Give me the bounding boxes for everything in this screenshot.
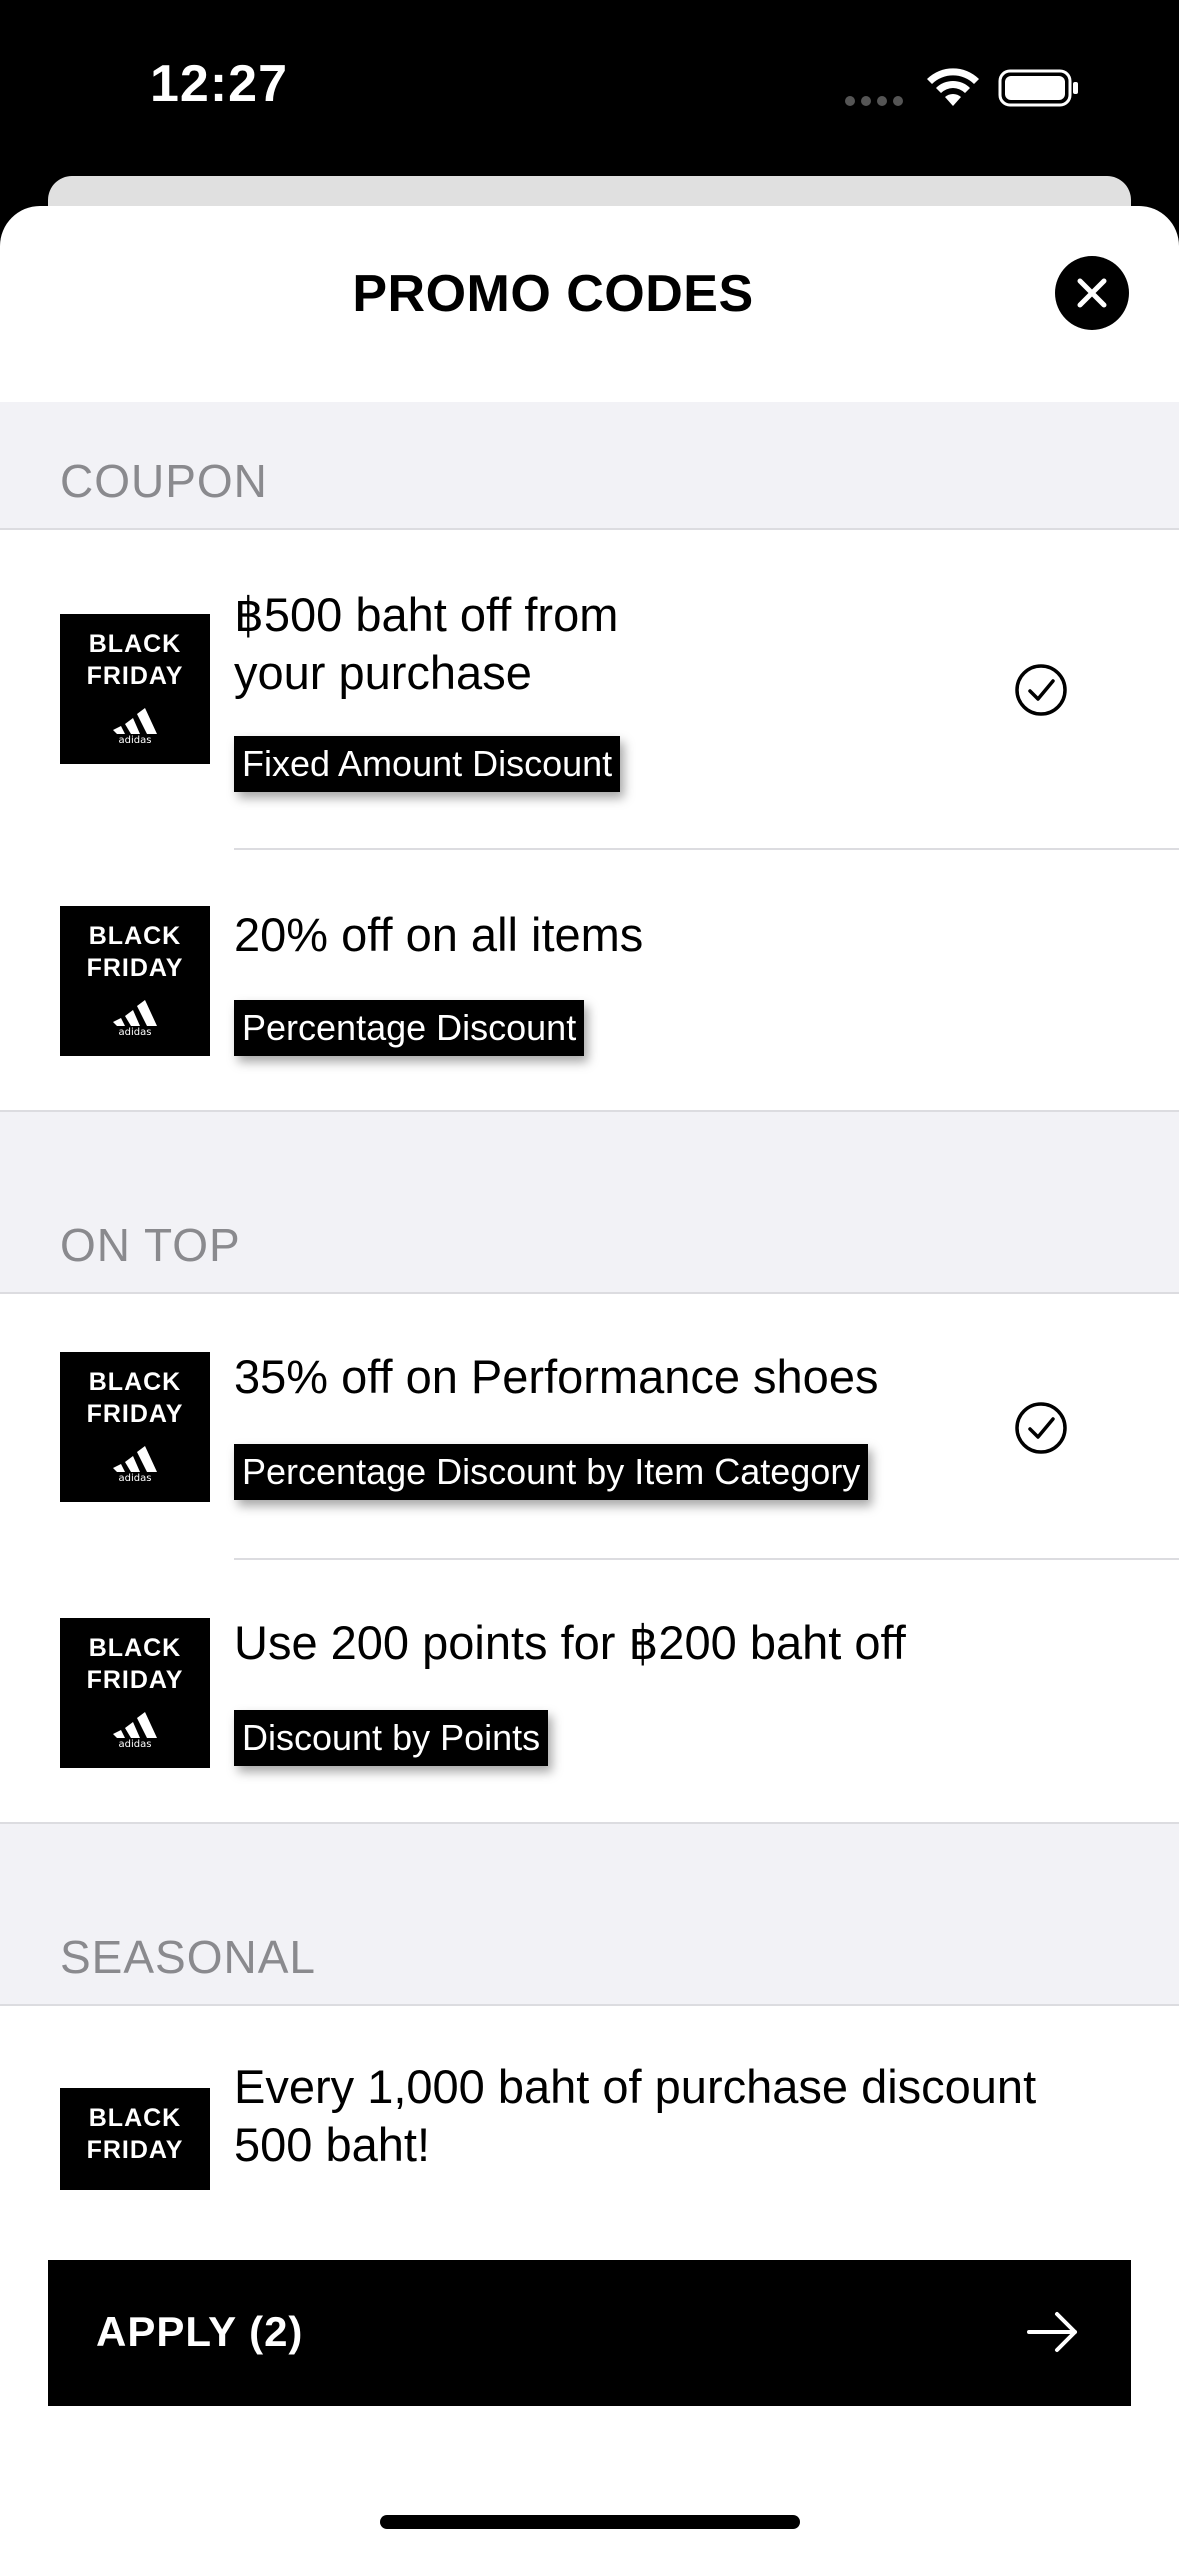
status-bar: 12:27 [0,0,1179,176]
promo-item[interactable]: BLACK FRIDAY adidas 35% off on Performanc… [0,1294,1179,1560]
black-friday-logo: BLACK FRIDAY adidas [60,1352,210,1502]
section-header-on-top: ON TOP [0,1112,1179,1294]
home-indicator[interactable] [380,2515,800,2529]
section-header-label: SEASONAL [60,1931,316,1983]
promo-title: 35% off on Performance shoes [234,1350,879,1403]
black-friday-logo: BLACK FRIDAY adidas [60,1618,210,1768]
svg-text:adidas: adidas [119,1739,152,1748]
status-time: 12:27 [150,55,288,113]
promo-item[interactable]: BLACK FRIDAY adidas ฿500 baht off from yo… [0,530,1179,850]
promo-title: ฿500 baht off from your purchase [234,588,619,699]
arrow-right-icon [1027,2312,1077,2352]
check-circle-icon[interactable] [1013,1400,1069,1456]
svg-text:adidas: adidas [119,735,152,744]
black-friday-logo: BLACK FRIDAY [60,2088,210,2190]
page-title: PROMO CODES [352,265,754,323]
svg-text:adidas: adidas [119,1473,152,1482]
section-header-label: COUPON [60,455,268,507]
cellular-signal-icon [845,96,905,106]
promo-type-tag: Discount by Points [234,1710,549,1766]
wifi-icon [927,68,979,106]
promo-type-tag: Percentage Discount by Item Category [234,1444,869,1500]
adidas-logo-icon: adidas [113,708,157,744]
check-circle-icon[interactable] [1013,662,1069,718]
apply-button[interactable]: APPLY (2) [48,2260,1131,2406]
adidas-logo-icon: adidas [113,1000,157,1036]
promo-title: 20% off on all items [234,908,644,961]
apply-button-label: APPLY (2) [96,2308,304,2355]
adidas-logo-icon: adidas [113,1712,157,1748]
adidas-logo-icon: adidas [113,1446,157,1482]
section-header-label: ON TOP [60,1219,241,1271]
promo-title: Use 200 points for ฿200 baht off [234,1616,906,1669]
black-friday-logo: BLACK FRIDAY adidas [60,906,210,1056]
black-friday-logo: BLACK FRIDAY adidas [60,614,210,764]
close-icon [1077,278,1107,308]
promo-type-tag: Percentage Discount [234,1000,585,1056]
section-header-coupon: COUPON [0,402,1179,530]
close-button[interactable] [1055,256,1129,330]
battery-icon [998,69,1078,107]
section-header-seasonal: SEASONAL [0,1824,1179,2006]
promo-title: Every 1,000 baht of purchase discount 50… [234,2060,1037,2171]
promo-item[interactable]: BLACK FRIDAY Every 1,000 baht of purchase… [0,2006,1179,2190]
svg-text:adidas: adidas [119,1027,152,1036]
promo-item[interactable]: BLACK FRIDAY adidas Use 200 points for ฿2… [0,1560,1179,1824]
promo-type-tag: Fixed Amount Discount [234,736,621,792]
promo-item[interactable]: BLACK FRIDAY adidas 20% off on all items … [0,850,1179,1112]
